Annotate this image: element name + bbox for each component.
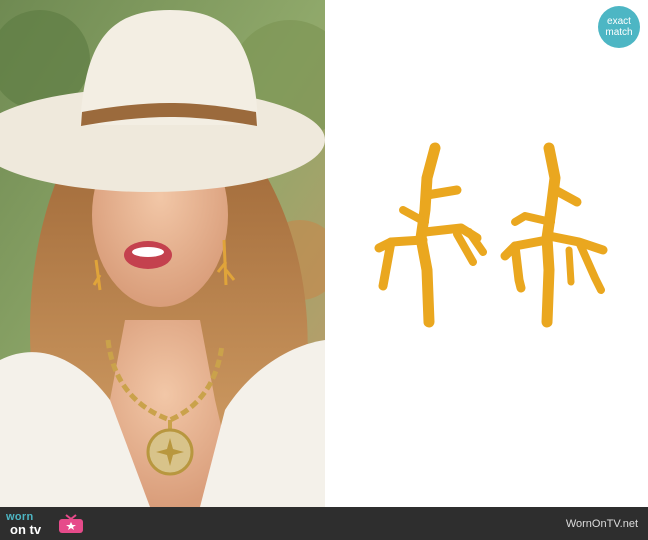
earring-left [374,142,487,328]
earring-right [500,142,608,328]
badge-line-2: match [605,27,633,38]
coral-earrings-image [374,142,608,328]
photo-woman-in-hat [0,0,325,507]
badge-line-1: exact [607,16,631,27]
logo-text-bottom: on tv [10,522,42,537]
exact-match-badge: exact match [598,6,640,48]
site-url: WornOnTV.net [565,518,638,530]
tv-icon [59,514,83,533]
worn-on-tv-logo: worn on tv [6,511,86,537]
footer-bar: worn on tv WornOnTV.net [0,507,648,540]
